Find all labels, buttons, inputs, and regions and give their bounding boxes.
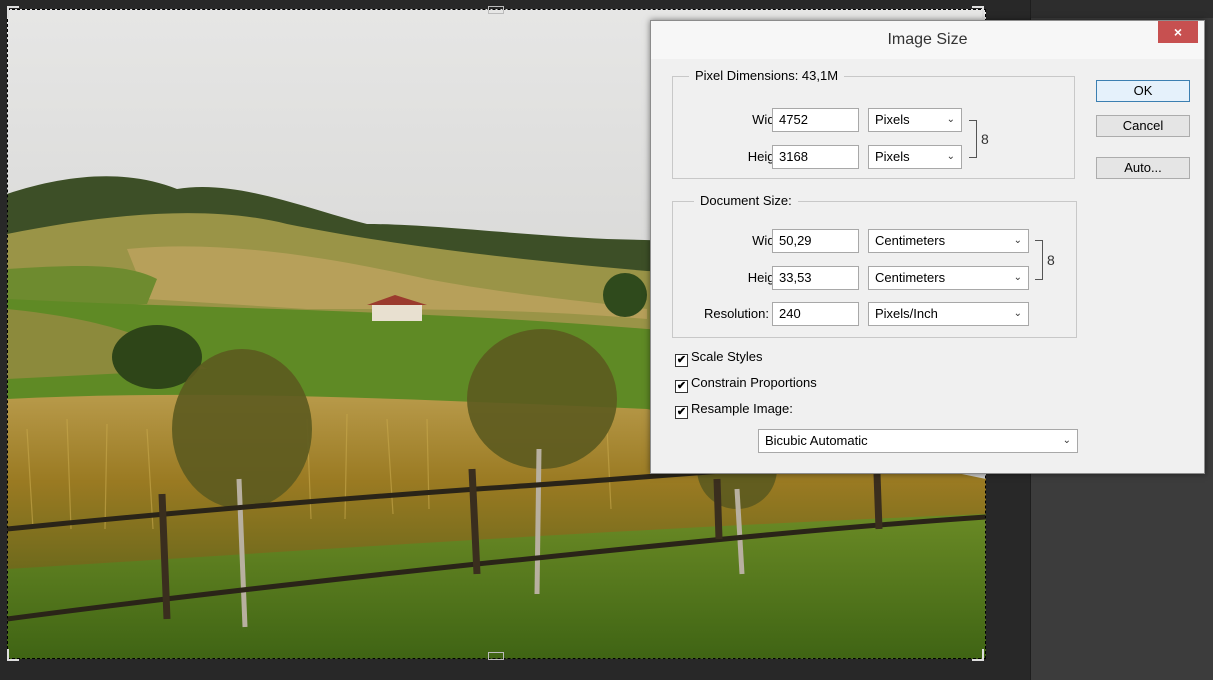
top-handle[interactable] <box>488 6 504 14</box>
doc-height-input[interactable]: 33,53 <box>772 266 859 290</box>
pixel-dimensions-group: Pixel Dimensions: 43,1M Width: 4752 Pixe… <box>672 68 1075 179</box>
dialog-title: Image Size <box>887 31 968 48</box>
doc-width-input[interactable]: 50,29 <box>772 229 859 253</box>
resolution-input[interactable]: 240 <box>772 302 859 326</box>
pixel-height-unit-value: Pixels <box>875 149 910 164</box>
document-size-title: Document Size: <box>694 193 798 209</box>
chevron-down-icon: ⌄ <box>1013 272 1022 283</box>
resample-method-select[interactable]: Bicubic Automatic ⌄ <box>758 429 1078 453</box>
pixel-link-bracket <box>969 120 977 158</box>
close-button[interactable]: × <box>1158 21 1198 43</box>
close-icon: × <box>1173 24 1183 40</box>
pixel-width-input[interactable]: 4752 <box>772 108 859 132</box>
chevron-down-icon: ⌄ <box>1062 435 1071 446</box>
chain-link-icon: 8 <box>981 131 989 147</box>
chevron-down-icon: ⌄ <box>1013 235 1022 246</box>
constrain-proportions-option[interactable]: ✔ Constrain Proportions <box>675 374 817 393</box>
resample-image-label: Resample Image: <box>691 401 793 416</box>
scale-styles-option[interactable]: ✔ Scale Styles <box>675 348 763 367</box>
dialog-titlebar[interactable]: Image Size × <box>651 21 1204 59</box>
ok-button[interactable]: OK <box>1096 80 1190 102</box>
chevron-down-icon: ⌄ <box>946 151 955 162</box>
doc-width-unit-value: Centimeters <box>875 233 946 248</box>
document-size-group: Document Size: Width: 50,29 Centimeters … <box>672 193 1077 338</box>
scale-styles-checkbox[interactable]: ✔ <box>675 354 688 367</box>
doc-height-unit-select[interactable]: Centimeters ⌄ <box>868 266 1029 290</box>
pixel-width-unit-select[interactable]: Pixels ⌄ <box>868 108 962 132</box>
resolution-unit-value: Pixels/Inch <box>875 306 938 321</box>
cancel-button[interactable]: Cancel <box>1096 115 1190 137</box>
resample-method-value: Bicubic Automatic <box>765 433 868 448</box>
scale-styles-label: Scale Styles <box>691 349 763 364</box>
chevron-down-icon: ⌄ <box>946 114 955 125</box>
bottom-right-corner[interactable] <box>972 649 984 661</box>
resample-image-checkbox[interactable]: ✔ <box>675 406 688 419</box>
pixel-dimensions-title: Pixel Dimensions: 43,1M <box>689 68 845 84</box>
pixel-height-input[interactable]: 3168 <box>772 145 859 169</box>
pixel-width-unit-value: Pixels <box>875 112 910 127</box>
pixel-height-unit-select[interactable]: Pixels ⌄ <box>868 145 962 169</box>
resolution-unit-select[interactable]: Pixels/Inch ⌄ <box>868 302 1029 326</box>
bottom-left-corner[interactable] <box>7 649 19 661</box>
doc-width-unit-select[interactable]: Centimeters ⌄ <box>868 229 1029 253</box>
auto-button[interactable]: Auto... <box>1096 157 1190 179</box>
chevron-down-icon: ⌄ <box>1013 308 1022 319</box>
doc-height-unit-value: Centimeters <box>875 270 946 285</box>
constrain-proportions-label: Constrain Proportions <box>691 375 817 390</box>
top-left-corner[interactable] <box>7 6 19 18</box>
bottom-handle[interactable] <box>488 652 504 660</box>
constrain-proportions-checkbox[interactable]: ✔ <box>675 380 688 393</box>
chain-link-icon: 8 <box>1047 252 1055 268</box>
resample-image-option[interactable]: ✔ Resample Image: <box>675 400 793 419</box>
doc-link-bracket <box>1035 240 1043 280</box>
top-right-corner[interactable] <box>972 6 984 18</box>
panel-header <box>1031 0 1213 18</box>
resolution-label: Resolution: <box>703 306 769 321</box>
image-size-dialog: Image Size × Pixel Dimensions: 43,1M Wid… <box>650 20 1205 474</box>
